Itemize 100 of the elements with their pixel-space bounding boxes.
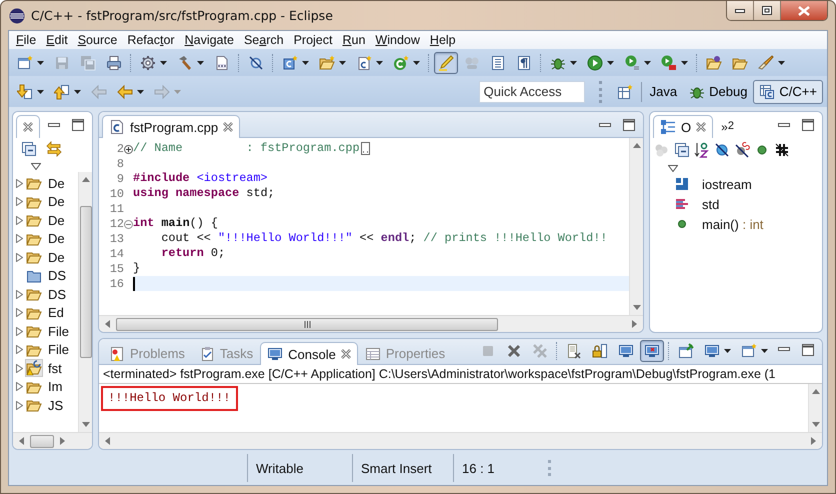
minimize-icon[interactable]: [599, 122, 611, 128]
menu-item[interactable]: Project: [288, 33, 338, 47]
menu-item[interactable]: Refactor: [122, 33, 180, 47]
tree-item[interactable]: DS: [45, 284, 70, 304]
caret-icon[interactable]: [376, 60, 383, 64]
caret-icon[interactable]: [724, 349, 731, 353]
caret-icon[interactable]: [607, 60, 614, 64]
scroll-thumb[interactable]: [30, 434, 54, 448]
minimize-icon[interactable]: [778, 347, 790, 352]
maximize-icon[interactable]: [623, 119, 635, 131]
caret-icon[interactable]: [137, 90, 144, 94]
caret-icon[interactable]: [302, 60, 309, 64]
scroll-left-arrow-icon[interactable]: [105, 437, 110, 445]
scroll-down-arrow-icon[interactable]: [82, 422, 90, 427]
minimize-icon[interactable]: [48, 122, 60, 128]
caret-icon[interactable]: [37, 60, 44, 64]
maximize-icon[interactable]: [802, 344, 814, 356]
scroll-thumb[interactable]: [116, 318, 498, 330]
scroll-down-arrow-icon[interactable]: [812, 422, 820, 427]
menu-item[interactable]: Search: [238, 33, 289, 47]
scroll-left-arrow-icon[interactable]: [19, 437, 24, 445]
close-icon[interactable]: [23, 122, 33, 132]
caret-icon[interactable]: [761, 349, 768, 353]
perspective-button[interactable]: Java: [644, 80, 684, 103]
caret-icon[interactable]: [160, 60, 167, 64]
scroll-right-arrow-icon[interactable]: [811, 437, 816, 445]
tree-item[interactable]: De: [45, 248, 68, 267]
menu-item[interactable]: Run: [337, 33, 370, 47]
folded-text-icon[interactable]: [360, 142, 370, 155]
menu-item[interactable]: Edit: [41, 33, 73, 47]
perspective-button[interactable]: Debug: [683, 80, 754, 104]
caret-icon[interactable]: [413, 60, 420, 64]
tree-item[interactable]: De: [45, 210, 68, 230]
tree-item[interactable]: De: [45, 192, 68, 212]
menu-item[interactable]: File: [11, 33, 42, 47]
menu-item[interactable]: Navigate: [180, 33, 239, 47]
scroll-down-arrow-icon[interactable]: [632, 305, 640, 310]
minimize-button[interactable]: [727, 1, 754, 20]
table-icon: [364, 346, 381, 362]
quick-access-field[interactable]: Quick Access: [478, 80, 585, 102]
binary-file-icon: [214, 54, 230, 70]
maximize-icon[interactable]: [802, 119, 814, 131]
menu-item[interactable]: Help: [424, 33, 461, 47]
outline-tab[interactable]: O: [653, 115, 714, 138]
maximize-button[interactable]: [754, 1, 781, 20]
tree-item[interactable]: De: [45, 229, 68, 248]
tree-item[interactable]: JS: [45, 396, 66, 415]
collapse-arrow-icon[interactable]: [668, 165, 678, 172]
code-line: // Name : fstProgram.cpp: [133, 141, 360, 156]
caret-icon[interactable]: [778, 60, 785, 64]
tree-item[interactable]: De: [45, 174, 68, 193]
scroll-right-arrow-icon[interactable]: [60, 437, 65, 445]
scroll-thumb[interactable]: [80, 206, 92, 358]
caret-icon[interactable]: [37, 90, 44, 94]
outline-item[interactable]: std: [702, 196, 720, 212]
close-button[interactable]: [781, 1, 827, 20]
line-number: 11: [110, 202, 124, 216]
editor-tab[interactable]: fstProgram.cpp: [102, 115, 240, 138]
scroll-up-arrow-icon[interactable]: [632, 143, 640, 148]
caret-icon[interactable]: [197, 60, 204, 64]
caret-icon[interactable]: [339, 60, 346, 64]
vertical-scrollbar[interactable]: [629, 138, 643, 315]
caret-icon[interactable]: [74, 90, 81, 94]
pin-icon: [678, 343, 694, 359]
vertical-scrollbar[interactable]: [808, 384, 822, 432]
fold-plus-icon[interactable]: [124, 144, 133, 154]
open-perspective-icon: [616, 84, 633, 100]
menu-item[interactable]: Window: [370, 33, 425, 47]
tree-item[interactable]: Im: [45, 377, 66, 396]
minimize-icon[interactable]: [778, 122, 790, 128]
perspective-button[interactable]: C/C++: [753, 80, 823, 104]
horizontal-scrollbar[interactable]: [99, 315, 643, 332]
tree-item[interactable]: File: [45, 322, 72, 341]
tree-item[interactable]: DS: [45, 266, 70, 286]
view-menu-icon[interactable]: [31, 163, 41, 170]
outline-item[interactable]: main() : int: [702, 216, 764, 232]
horizontal-scrollbar[interactable]: [13, 432, 92, 449]
vertical-scrollbar[interactable]: [78, 172, 92, 432]
caret-icon[interactable]: [681, 60, 688, 64]
fold-minus-icon[interactable]: [124, 220, 133, 228]
scroll-up-arrow-icon[interactable]: [82, 177, 90, 182]
minimize-icon: [735, 8, 745, 12]
outline-item[interactable]: iostream: [702, 176, 752, 192]
horizontal-scrollbar[interactable]: [99, 432, 822, 449]
tree-item[interactable]: fst: [45, 358, 65, 378]
tree-item[interactable]: File: [45, 340, 72, 360]
status-text: Writable: [256, 460, 304, 476]
maximize-icon[interactable]: [72, 119, 84, 131]
scroll-up-arrow-icon[interactable]: [812, 389, 820, 394]
close-icon[interactable]: [223, 122, 234, 132]
caret-icon[interactable]: [644, 60, 651, 64]
close-icon[interactable]: [340, 349, 351, 359]
scroll-left-arrow-icon[interactable]: [105, 320, 110, 328]
caret-icon[interactable]: [570, 60, 577, 64]
scroll-right-arrow-icon[interactable]: [632, 320, 637, 328]
view-tab[interactable]: Console: [260, 342, 358, 365]
close-icon[interactable]: [696, 122, 706, 132]
tree-item[interactable]: Ed: [45, 303, 67, 322]
menu-item[interactable]: Source: [72, 33, 122, 47]
panel-tab[interactable]: [16, 115, 40, 138]
